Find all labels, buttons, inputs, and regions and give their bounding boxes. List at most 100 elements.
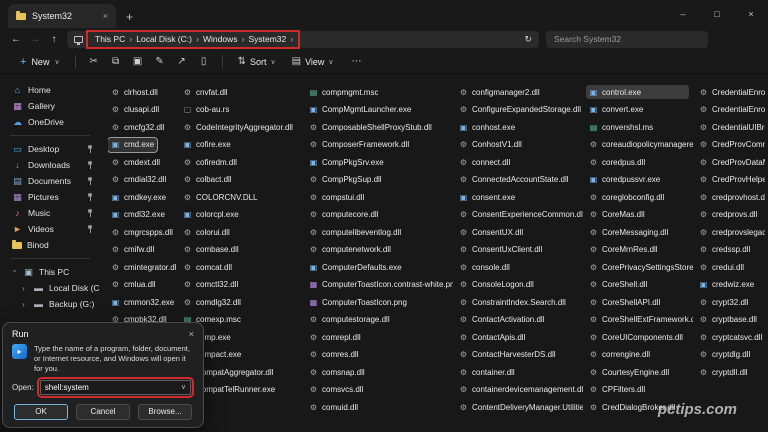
file-item[interactable]: ⚙containerdevicemanagement.dll <box>456 383 586 397</box>
delete-icon[interactable]: ▯ <box>193 56 215 67</box>
file-item[interactable]: ⚙container.dll <box>456 365 518 379</box>
chevron-right-icon[interactable]: › <box>22 284 28 293</box>
file-item[interactable]: ⚙cofiredm.dll <box>180 155 240 169</box>
file-item[interactable]: ▣credwiz.exe <box>696 278 757 292</box>
file-item[interactable]: ▤convershsl.ms <box>586 120 656 134</box>
file-item[interactable]: ⚙cryptbase.dll <box>696 313 760 327</box>
explorer-tab[interactable]: System32 × <box>8 4 116 28</box>
file-item[interactable]: ⚙credprovslegacy.dll <box>696 225 768 239</box>
file-item[interactable]: ⚙credui.dll <box>696 260 747 274</box>
file-item[interactable]: ⚙compstui.dll <box>306 190 367 204</box>
file-item[interactable]: ⚙comdlg32.dll <box>180 295 244 309</box>
new-tab-button[interactable]: + <box>126 11 133 23</box>
address-field[interactable]: This PC›Local Disk (C:)›Windows›System32… <box>67 31 539 48</box>
file-item[interactable]: ▣coredpussvr.exe <box>586 173 663 187</box>
sidebar-item-onedrive[interactable]: ☁OneDrive <box>0 114 100 130</box>
minimize-button[interactable]: – <box>666 0 700 28</box>
file-item[interactable]: ▣CompMgmtLauncher.exe <box>306 103 414 117</box>
sort-button[interactable]: ⇅ Sort ∨ <box>230 52 284 72</box>
share-icon[interactable]: ↗ <box>171 56 193 67</box>
chevron-down-icon[interactable]: › <box>11 269 20 275</box>
browse-button[interactable]: Browse... <box>138 404 192 420</box>
combo-dropdown-icon[interactable]: ∨ <box>181 383 186 391</box>
file-item[interactable]: ▤compmgmt.msc <box>306 85 381 99</box>
file-item[interactable]: ▣cmdl32.exe <box>108 208 168 222</box>
tab-close-icon[interactable]: × <box>103 11 108 21</box>
file-item[interactable]: ⚙colbact.dll <box>180 173 235 187</box>
file-item[interactable]: ▣consent.exe <box>456 190 518 204</box>
close-button[interactable]: × <box>734 0 768 28</box>
sidebar-item-gallery[interactable]: ▦Gallery <box>0 98 100 114</box>
sidebar-item-local-disk-c-[interactable]: ›▬Local Disk (C:) <box>0 280 100 296</box>
sidebar-item-music[interactable]: ♪Music <box>0 205 100 221</box>
file-item[interactable]: ⚙cmdial32.dll <box>108 173 169 187</box>
file-item[interactable]: ⚙CourtesyEngine.dll <box>586 365 672 379</box>
file-item[interactable]: ⚙comres.dll <box>306 348 361 362</box>
file-item[interactable]: ▢cob-au.rs <box>180 103 232 117</box>
file-item[interactable]: ⚙ConfigureExpandedStorage.dll <box>456 103 584 117</box>
file-item[interactable]: ⚙coreaudiopolicymanagerext.dll <box>586 138 696 152</box>
file-item[interactable]: ⚙CoreMessaging.dll <box>586 225 671 239</box>
file-item[interactable]: ⚙clrhost.dll <box>108 85 161 99</box>
file-item[interactable]: ⚙ConnectedAccountState.dll <box>456 173 572 187</box>
file-item[interactable]: ▣control.exe <box>586 85 689 99</box>
sidebar-item-documents[interactable]: ▤Documents <box>0 173 100 189</box>
file-item[interactable]: ⚙CoreShellAPI.dll <box>586 295 663 309</box>
file-item[interactable]: ⚙credssp.dll <box>696 243 753 257</box>
view-button[interactable]: ▤ View ∨ <box>284 52 342 72</box>
file-item[interactable]: ⚙ConstraintIndex.Search.dll <box>456 295 569 309</box>
file-item[interactable]: ▣cofire.exe <box>180 138 234 152</box>
forward-icon[interactable]: → <box>29 34 41 45</box>
file-item[interactable]: ⚙CredProvHelper.dll <box>696 173 768 187</box>
file-item[interactable]: ⚙coreglobconfig.dll <box>586 190 667 204</box>
search-input[interactable]: Search System32 <box>546 31 708 48</box>
breadcrumb-item[interactable]: This PC <box>92 34 128 44</box>
file-item[interactable]: ⚙ContentDeliveryManager.Utilities.dll <box>456 400 586 414</box>
sidebar-item-desktop[interactable]: ▭Desktop <box>0 141 100 157</box>
file-item[interactable]: ⚙ConsentExperienceCommon.dll <box>456 208 586 222</box>
copy-icon[interactable]: ⧉ <box>105 56 127 67</box>
file-item[interactable]: ⚙credprovs.dll <box>696 208 760 222</box>
file-item[interactable]: ⚙computestorage.dll <box>306 313 393 327</box>
file-item[interactable]: ⚙ConsoleLogon.dll <box>456 278 537 292</box>
sidebar-item-this-pc[interactable]: ›▣This PC <box>0 264 100 280</box>
file-item[interactable]: ⚙computenetwork.dll <box>306 243 394 257</box>
maximize-button[interactable]: □ <box>700 0 734 28</box>
file-item[interactable]: ⚙comcat.dll <box>180 260 235 274</box>
more-options-icon[interactable]: ⋯ <box>346 56 368 67</box>
rename-icon[interactable]: ✎ <box>149 56 171 67</box>
file-item[interactable]: ▣colorcpl.exe <box>180 208 242 222</box>
up-icon[interactable]: ↑ <box>48 34 60 45</box>
paste-icon[interactable]: ▣ <box>127 56 149 67</box>
file-item[interactable]: ⚙comrepl.dll <box>306 330 364 344</box>
file-item[interactable]: ▣conhost.exe <box>456 120 518 134</box>
file-item[interactable]: ⚙cryptdll.dll <box>696 365 751 379</box>
file-item[interactable]: ⚙comsnap.dll <box>306 365 368 379</box>
file-item[interactable]: ⚙cryptdlg.dll <box>696 348 753 362</box>
file-item[interactable]: ⚙CoreUIComponents.dll <box>586 330 686 344</box>
breadcrumb-item[interactable]: Windows <box>200 34 240 44</box>
file-item[interactable]: ⚙ConhostV1.dll <box>456 138 525 152</box>
file-item[interactable]: ⚙ConsentUxClient.dll <box>456 243 545 257</box>
file-item[interactable]: ⚙COLORCNV.DLL <box>180 190 261 204</box>
file-item[interactable]: ⚙coredpus.dll <box>586 155 648 169</box>
back-icon[interactable]: ← <box>10 34 22 45</box>
sidebar-item-downloads[interactable]: ↓Downloads <box>0 157 100 173</box>
file-item[interactable]: ⚙CorePrivacySettingsStore.dll <box>586 260 696 274</box>
file-item[interactable]: ⚙credprovhost.dll <box>696 190 768 204</box>
file-item[interactable]: ⚙CoreMrnRes.dll <box>586 243 661 257</box>
chevron-right-icon[interactable]: › <box>22 300 28 309</box>
file-item[interactable]: ⚙computelibeventlog.dll <box>306 225 404 239</box>
file-item[interactable]: ⚙ContactActivation.dll <box>456 313 547 327</box>
file-item[interactable]: ⚙cmlua.dll <box>108 278 159 292</box>
file-item[interactable]: ⚙CredentialEnrollmen <box>696 103 768 117</box>
file-item[interactable]: ⚙cmcfg32.dll <box>108 120 167 134</box>
breadcrumb-item[interactable]: System32 <box>245 34 289 44</box>
file-item[interactable]: ⚙ConsentUX.dll <box>456 225 526 239</box>
file-item[interactable]: ⚙CoreShell.dll <box>586 278 650 292</box>
file-item[interactable]: ⚙configmanager2.dll <box>456 85 543 99</box>
file-item[interactable]: ▣convert.exe <box>586 103 646 117</box>
file-item[interactable]: ⚙correngine.dll <box>586 348 653 362</box>
sidebar-item-videos[interactable]: ►Videos <box>0 221 100 237</box>
file-item[interactable]: ⚙cnvfat.dll <box>180 85 231 99</box>
